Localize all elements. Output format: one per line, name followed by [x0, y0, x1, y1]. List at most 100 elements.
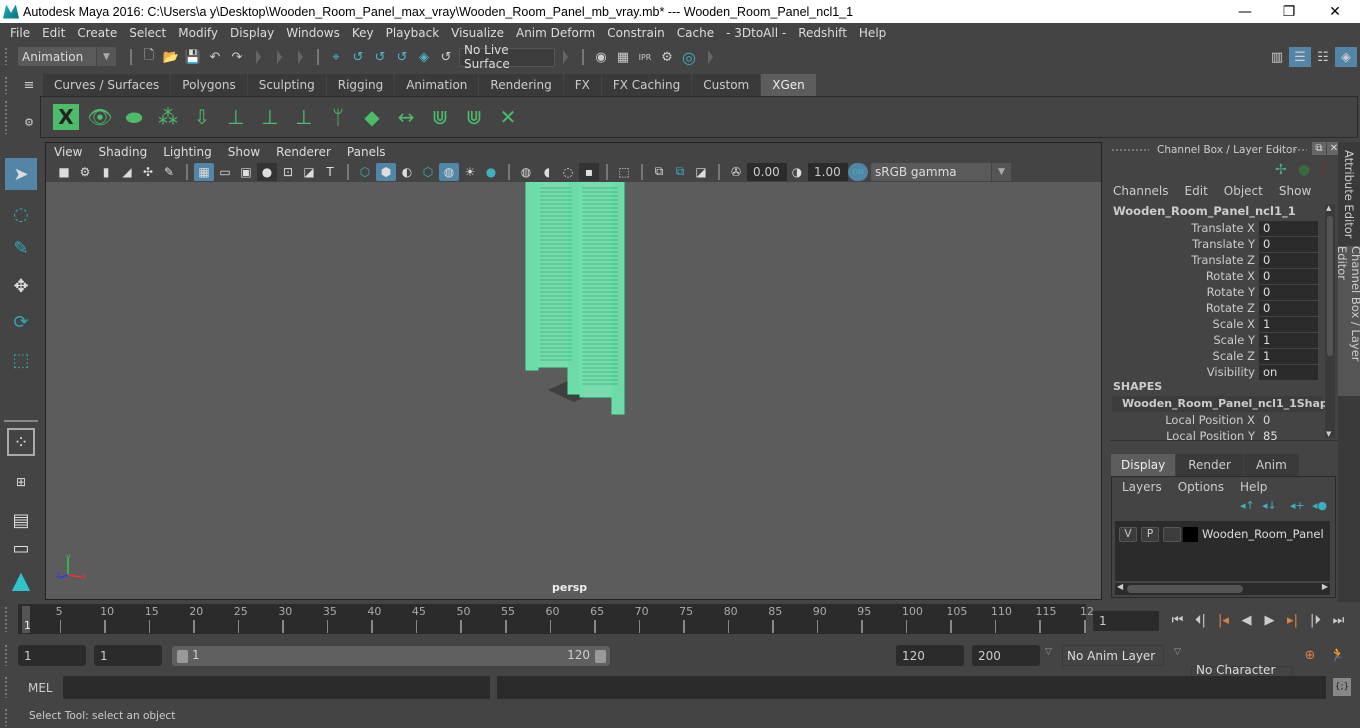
color-space-dropdown[interactable]: sRGB gamma ▼ — [871, 162, 1011, 181]
redo-icon[interactable]: ↷ — [226, 47, 248, 67]
image-plane-icon[interactable]: ◢ — [117, 163, 137, 181]
collapse-arrow-icon[interactable] — [256, 50, 261, 64]
menu-create[interactable]: Create — [71, 26, 123, 40]
scrollbar-thumb[interactable] — [1127, 585, 1243, 593]
layer-color-swatch[interactable] — [1183, 526, 1198, 542]
xgen-guide-bound-icon[interactable]: ⋓ — [457, 100, 491, 134]
grip-handle[interactable] — [4, 606, 8, 632]
animation-start-field[interactable]: 1 — [18, 645, 86, 666]
gamma-icon[interactable]: ◑ — [787, 163, 807, 181]
grid-icon[interactable]: ▦ — [194, 162, 214, 181]
use-all-lights-icon[interactable]: ☀ — [460, 163, 480, 181]
channel-value[interactable]: 85 — [1259, 429, 1318, 444]
move-tool-icon[interactable]: ✥ — [5, 270, 37, 302]
channel-row[interactable]: Translate Z0 — [1105, 252, 1320, 268]
current-frame-field[interactable]: 1 — [1093, 611, 1159, 631]
xray-icon[interactable]: ⧉ — [649, 163, 669, 181]
channels-menu[interactable]: Channels — [1113, 184, 1169, 198]
channel-label[interactable]: Rotate Y — [1105, 285, 1259, 299]
shelf-tab-animation[interactable]: Animation — [395, 74, 479, 96]
xgen-guide-visibility-icon[interactable]: ⊥ — [253, 100, 287, 134]
character-set-chevron-icon[interactable]: ▽ — [1174, 647, 1181, 657]
camera-attributes-icon[interactable]: ⚙ — [75, 163, 95, 181]
shelf-tab-custom[interactable]: Custom — [692, 74, 761, 96]
channel-label[interactable]: Translate Y — [1105, 237, 1259, 251]
show-menu[interactable]: Show — [1279, 184, 1311, 198]
grip-handle[interactable] — [4, 644, 8, 666]
isolate-select-icon[interactable]: ⬚ — [614, 163, 634, 181]
render-frame-icon[interactable]: ▦ — [612, 47, 634, 67]
menu-visualize[interactable]: Visualize — [445, 26, 510, 40]
tool-settings-icon[interactable]: ☷ — [1312, 47, 1334, 67]
xgen-place-icon[interactable]: ⇩ — [185, 100, 219, 134]
lasso-tool-icon[interactable]: ◌ — [5, 198, 37, 230]
menu-constrain[interactable]: Constrain — [601, 26, 671, 40]
move-layer-up-icon[interactable]: ◂↑ — [1240, 499, 1255, 512]
grip-handle[interactable] — [4, 47, 8, 65]
shelf-tab-curves-surfaces[interactable]: Curves / Surfaces — [43, 74, 171, 96]
channel-label[interactable]: Rotate Z — [1105, 301, 1259, 315]
manipulator-axes-icon[interactable]: ✢ — [1275, 162, 1287, 178]
shadows-icon[interactable]: ● — [481, 163, 501, 181]
go-to-start-icon[interactable]: ⏮ — [1166, 610, 1189, 630]
grip-handle[interactable] — [1277, 148, 1307, 152]
channel-value[interactable]: 0 — [1259, 236, 1318, 252]
shelf-tab-fx-caching[interactable]: FX Caching — [601, 74, 692, 96]
viewport-menu-renderer[interactable]: Renderer — [276, 145, 339, 159]
wooden-room-panel-model[interactable] — [500, 182, 660, 417]
hypershade-icon[interactable]: ◎ — [678, 47, 700, 67]
grease-pencil-icon[interactable]: ✎ — [159, 163, 179, 181]
layer-visibility-toggle[interactable]: V — [1119, 526, 1137, 542]
auto-key-icon[interactable]: ⊕ — [1299, 645, 1321, 665]
menu-3dtoall[interactable]: - 3DtoAll - — [720, 26, 792, 40]
menu-edit[interactable]: Edit — [36, 26, 71, 40]
channel-row[interactable]: Translate X0 — [1105, 220, 1320, 236]
menu-anim-deform[interactable]: Anim Deform — [510, 26, 601, 40]
resolution-gate-icon[interactable]: ▣ — [236, 163, 256, 181]
paint-select-tool-icon[interactable]: ✎ — [5, 232, 37, 264]
save-scene-icon[interactable]: 💾 — [182, 47, 204, 67]
attribute-editor-tab[interactable]: Attribute Editor — [1338, 146, 1360, 242]
shelf-menu-icon[interactable]: ≡ — [18, 75, 40, 95]
xray-joints-icon[interactable]: ◪ — [691, 163, 711, 181]
channel-label[interactable]: Rotate X — [1105, 269, 1259, 283]
xgen-guide-split-icon[interactable]: ᛘ — [321, 100, 355, 134]
channel-box-layer-editor-tab[interactable]: Channel Box / Layer Editor — [1335, 246, 1360, 396]
menu-key[interactable]: Key — [346, 26, 380, 40]
grip-handle[interactable] — [4, 76, 8, 94]
channel-label[interactable]: Scale Y — [1105, 333, 1259, 347]
channel-row[interactable]: Scale Y1 — [1105, 332, 1320, 348]
motion-blur-icon[interactable]: ◖ — [537, 163, 557, 181]
xgen-hide-icon[interactable]: ⬬ — [117, 100, 151, 134]
channel-value[interactable]: 0 — [1259, 252, 1318, 268]
scale-tool-icon[interactable]: ⬚ — [5, 344, 37, 376]
channel-value[interactable]: 0 — [1259, 284, 1318, 300]
animation-end-field[interactable]: 200 — [972, 645, 1040, 666]
xgen-select-guides-icon[interactable]: ⋓ — [423, 100, 457, 134]
scroll-left-icon[interactable]: ◀ — [1117, 582, 1123, 591]
shelf-tab-polygons[interactable]: Polygons — [171, 74, 247, 96]
move-layer-down-icon[interactable]: ◂↓ — [1262, 499, 1277, 512]
shape-channel-row[interactable]: Local Position Y 85 — [1105, 428, 1320, 444]
channel-label[interactable]: Scale Z — [1105, 349, 1259, 363]
channel-value[interactable]: 1 — [1259, 332, 1318, 348]
grip-handle[interactable] — [1111, 148, 1149, 152]
xgen-sculpt-width-icon[interactable]: ↔ — [389, 100, 423, 134]
channel-row[interactable]: Translate Y0 — [1105, 236, 1320, 252]
textured-icon[interactable]: ◍ — [439, 162, 459, 181]
step-back-key-icon[interactable]: |◂ — [1212, 610, 1235, 630]
anti-aliasing-icon[interactable]: ◌ — [558, 163, 578, 181]
scroll-up-icon[interactable]: ▲ — [1326, 204, 1331, 212]
command-input[interactable] — [63, 676, 490, 699]
collapse-arrow-icon[interactable] — [277, 50, 282, 64]
four-view-layout-icon[interactable]: ⊞ — [5, 466, 37, 498]
layout-shortcut-icon[interactable]: ▭ — [5, 538, 37, 559]
no-key-icon[interactable]: ╱ — [1319, 162, 1327, 178]
time-slider[interactable]: 1 5 10 15 20 25 30 35 40 45 50 55 60 65 70 75 80 85 90 95 1… — [18, 604, 1094, 634]
channel-value[interactable]: 1 — [1259, 316, 1318, 332]
viewport-menu-shading[interactable]: Shading — [98, 145, 155, 159]
screen-space-ao-icon[interactable]: ◍ — [516, 163, 536, 181]
menu-select[interactable]: Select — [123, 26, 172, 40]
smooth-shade-icon[interactable]: ⬢ — [376, 162, 396, 181]
channel-row[interactable]: Visibility on — [1105, 364, 1320, 380]
